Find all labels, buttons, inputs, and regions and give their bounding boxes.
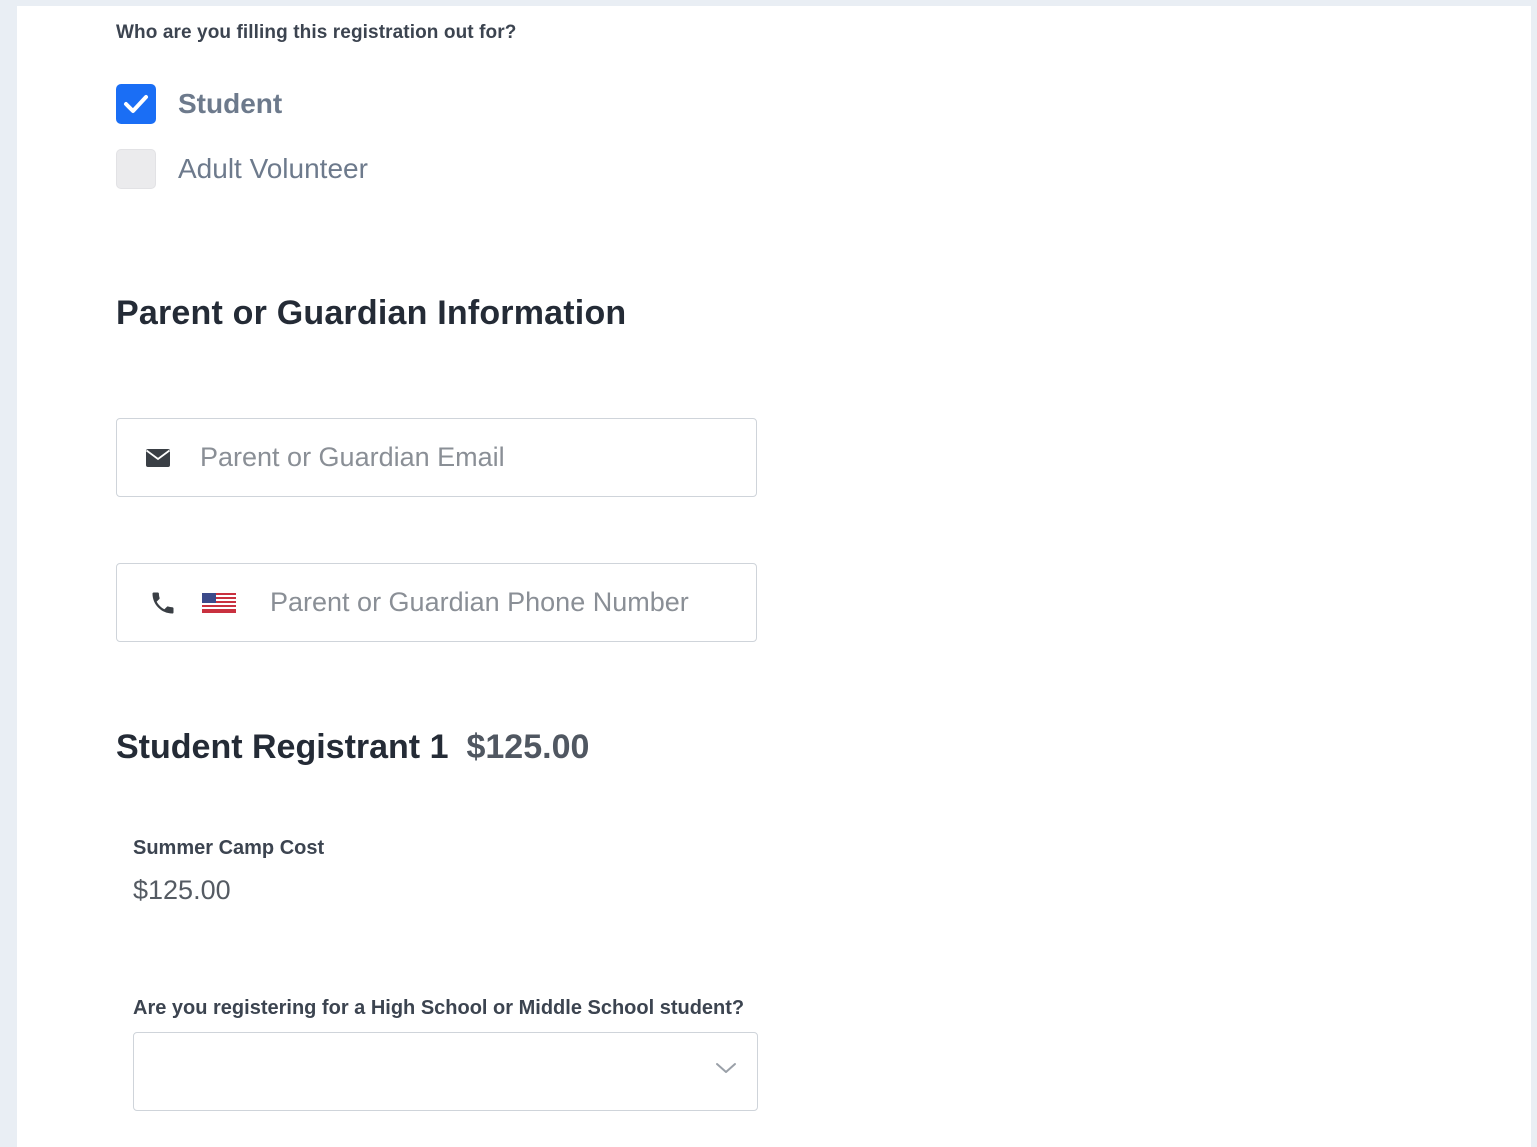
parent-email-field-wrapper[interactable] — [116, 418, 757, 497]
adult-volunteer-label: Adult Volunteer — [178, 153, 368, 184]
phone-icon — [149, 589, 177, 617]
registrant-price: $125.00 — [466, 728, 590, 766]
registrant-title: Student Registrant 1 — [116, 728, 449, 766]
student-label: Student — [178, 88, 283, 119]
option-adult-volunteer[interactable]: Adult Volunteer — [116, 149, 368, 189]
us-flag-icon[interactable] — [202, 592, 236, 613]
parent-phone-input[interactable] — [268, 586, 756, 619]
chevron-down-icon — [716, 1063, 736, 1073]
school-level-select[interactable] — [133, 1032, 758, 1111]
adult-volunteer-checkbox[interactable] — [116, 149, 156, 189]
option-student[interactable]: Student — [116, 84, 282, 124]
summer-camp-cost-label: Summer Camp Cost — [133, 837, 325, 859]
registration-for-question: Who are you filling this registration ou… — [116, 22, 517, 43]
checkmark-icon — [124, 95, 148, 113]
parent-email-input[interactable] — [198, 441, 756, 474]
parent-section-title: Parent or Guardian Information — [116, 294, 627, 332]
envelope-icon — [146, 448, 170, 467]
parent-phone-field-wrapper[interactable] — [116, 563, 757, 642]
registration-card: Who are you filling this registration ou… — [17, 6, 1531, 1147]
school-question-label: Are you registering for a High School or… — [133, 997, 745, 1019]
registrant-header: Student Registrant 1 $125.00 — [116, 728, 589, 767]
student-checkbox[interactable] — [116, 84, 156, 124]
summer-camp-cost-value: $125.00 — [133, 875, 231, 905]
